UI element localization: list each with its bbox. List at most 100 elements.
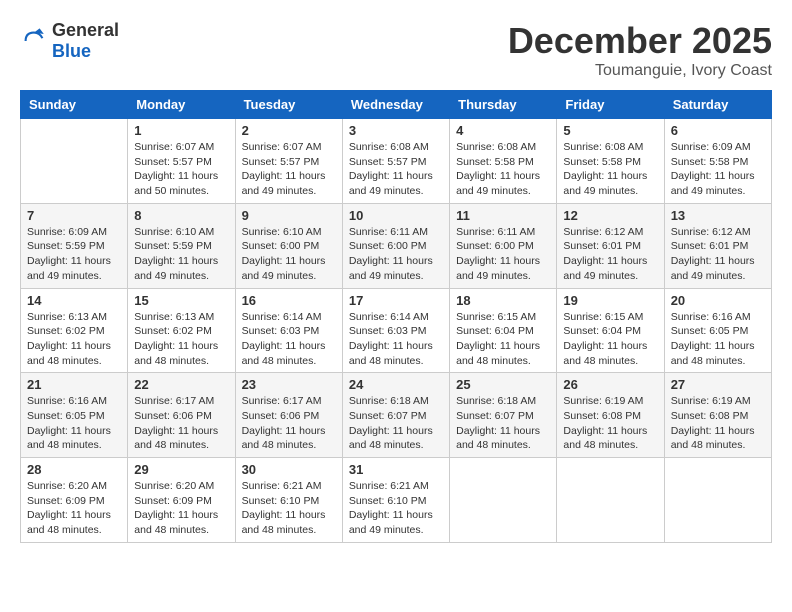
day-number: 12 (563, 208, 657, 223)
calendar-cell: 23 Sunrise: 6:17 AMSunset: 6:06 PMDayligh… (235, 373, 342, 458)
day-info: Sunrise: 6:17 AMSunset: 6:06 PMDaylight:… (134, 394, 228, 453)
calendar-cell: 31 Sunrise: 6:21 AMSunset: 6:10 PMDayligh… (342, 458, 449, 543)
day-number: 30 (242, 462, 336, 477)
day-info: Sunrise: 6:15 AMSunset: 6:04 PMDaylight:… (456, 310, 550, 369)
calendar-cell: 6 Sunrise: 6:09 AMSunset: 5:58 PMDaylight… (664, 119, 771, 204)
calendar-cell: 21 Sunrise: 6:16 AMSunset: 6:05 PMDayligh… (21, 373, 128, 458)
day-number: 10 (349, 208, 443, 223)
day-info: Sunrise: 6:08 AMSunset: 5:58 PMDaylight:… (563, 140, 657, 199)
day-info: Sunrise: 6:09 AMSunset: 5:58 PMDaylight:… (671, 140, 765, 199)
calendar-week-3: 14 Sunrise: 6:13 AMSunset: 6:02 PMDayligh… (21, 288, 772, 373)
day-info: Sunrise: 6:16 AMSunset: 6:05 PMDaylight:… (27, 394, 121, 453)
month-title: December 2025 (508, 20, 772, 62)
logo-icon (20, 27, 48, 55)
calendar-cell: 11 Sunrise: 6:11 AMSunset: 6:00 PMDayligh… (450, 203, 557, 288)
calendar-cell: 14 Sunrise: 6:13 AMSunset: 6:02 PMDayligh… (21, 288, 128, 373)
day-info: Sunrise: 6:07 AMSunset: 5:57 PMDaylight:… (242, 140, 336, 199)
day-number: 27 (671, 377, 765, 392)
calendar-header-saturday: Saturday (664, 91, 771, 119)
calendar-header-thursday: Thursday (450, 91, 557, 119)
day-info: Sunrise: 6:13 AMSunset: 6:02 PMDaylight:… (27, 310, 121, 369)
day-number: 24 (349, 377, 443, 392)
day-number: 13 (671, 208, 765, 223)
calendar-cell: 3 Sunrise: 6:08 AMSunset: 5:57 PMDaylight… (342, 119, 449, 204)
day-number: 26 (563, 377, 657, 392)
day-info: Sunrise: 6:10 AMSunset: 6:00 PMDaylight:… (242, 225, 336, 284)
day-info: Sunrise: 6:21 AMSunset: 6:10 PMDaylight:… (242, 479, 336, 538)
calendar-cell: 5 Sunrise: 6:08 AMSunset: 5:58 PMDaylight… (557, 119, 664, 204)
calendar-cell (21, 119, 128, 204)
day-number: 8 (134, 208, 228, 223)
day-info: Sunrise: 6:12 AMSunset: 6:01 PMDaylight:… (671, 225, 765, 284)
calendar-cell: 20 Sunrise: 6:16 AMSunset: 6:05 PMDayligh… (664, 288, 771, 373)
day-number: 16 (242, 293, 336, 308)
calendar-cell: 13 Sunrise: 6:12 AMSunset: 6:01 PMDayligh… (664, 203, 771, 288)
day-number: 18 (456, 293, 550, 308)
day-info: Sunrise: 6:20 AMSunset: 6:09 PMDaylight:… (134, 479, 228, 538)
day-number: 3 (349, 123, 443, 138)
logo-general: General (52, 20, 119, 40)
day-number: 21 (27, 377, 121, 392)
logo-blue: Blue (52, 41, 91, 61)
day-number: 29 (134, 462, 228, 477)
day-info: Sunrise: 6:17 AMSunset: 6:06 PMDaylight:… (242, 394, 336, 453)
calendar-cell: 9 Sunrise: 6:10 AMSunset: 6:00 PMDaylight… (235, 203, 342, 288)
day-number: 23 (242, 377, 336, 392)
calendar-week-2: 7Sunrise: 6:09 AMSunset: 5:59 PMDaylight… (21, 203, 772, 288)
day-info: Sunrise: 6:16 AMSunset: 6:05 PMDaylight:… (671, 310, 765, 369)
day-number: 2 (242, 123, 336, 138)
calendar-cell: 16 Sunrise: 6:14 AMSunset: 6:03 PMDayligh… (235, 288, 342, 373)
day-info: Sunrise: 6:18 AMSunset: 6:07 PMDaylight:… (456, 394, 550, 453)
calendar-cell: 19Sunrise: 6:15 AMSunset: 6:04 PMDayligh… (557, 288, 664, 373)
day-info: Sunrise: 6:10 AMSunset: 5:59 PMDaylight:… (134, 225, 228, 284)
calendar-cell: 26Sunrise: 6:19 AMSunset: 6:08 PMDayligh… (557, 373, 664, 458)
calendar-cell: 12Sunrise: 6:12 AMSunset: 6:01 PMDayligh… (557, 203, 664, 288)
calendar-cell: 28 Sunrise: 6:20 AMSunset: 6:09 PMDayligh… (21, 458, 128, 543)
day-number: 6 (671, 123, 765, 138)
day-info: Sunrise: 6:14 AMSunset: 6:03 PMDaylight:… (242, 310, 336, 369)
calendar-cell: 24 Sunrise: 6:18 AMSunset: 6:07 PMDayligh… (342, 373, 449, 458)
day-number: 15 (134, 293, 228, 308)
day-number: 28 (27, 462, 121, 477)
day-number: 22 (134, 377, 228, 392)
day-number: 5 (563, 123, 657, 138)
day-number: 11 (456, 208, 550, 223)
day-number: 14 (27, 293, 121, 308)
day-info: Sunrise: 6:14 AMSunset: 6:03 PMDaylight:… (349, 310, 443, 369)
day-info: Sunrise: 6:20 AMSunset: 6:09 PMDaylight:… (27, 479, 121, 538)
calendar-cell: 1 Sunrise: 6:07 AMSunset: 5:57 PMDaylight… (128, 119, 235, 204)
day-info: Sunrise: 6:21 AMSunset: 6:10 PMDaylight:… (349, 479, 443, 538)
day-info: Sunrise: 6:08 AMSunset: 5:57 PMDaylight:… (349, 140, 443, 199)
calendar-cell (557, 458, 664, 543)
day-info: Sunrise: 6:11 AMSunset: 6:00 PMDaylight:… (349, 225, 443, 284)
title-area: December 2025 Toumanguie, Ivory Coast (508, 20, 772, 80)
day-number: 25 (456, 377, 550, 392)
logo: General Blue (20, 20, 119, 62)
day-number: 31 (349, 462, 443, 477)
day-number: 20 (671, 293, 765, 308)
day-info: Sunrise: 6:13 AMSunset: 6:02 PMDaylight:… (134, 310, 228, 369)
calendar-cell: 15 Sunrise: 6:13 AMSunset: 6:02 PMDayligh… (128, 288, 235, 373)
calendar-cell: 27Sunrise: 6:19 AMSunset: 6:08 PMDayligh… (664, 373, 771, 458)
page-header: General Blue December 2025 Toumanguie, I… (20, 20, 772, 80)
day-info: Sunrise: 6:11 AMSunset: 6:00 PMDaylight:… (456, 225, 550, 284)
day-info: Sunrise: 6:09 AMSunset: 5:59 PMDaylight:… (27, 225, 121, 284)
day-info: Sunrise: 6:07 AMSunset: 5:57 PMDaylight:… (134, 140, 228, 199)
calendar-cell: 25 Sunrise: 6:18 AMSunset: 6:07 PMDayligh… (450, 373, 557, 458)
day-number: 4 (456, 123, 550, 138)
calendar-cell (450, 458, 557, 543)
day-info: Sunrise: 6:08 AMSunset: 5:58 PMDaylight:… (456, 140, 550, 199)
calendar-cell: 8 Sunrise: 6:10 AMSunset: 5:59 PMDaylight… (128, 203, 235, 288)
calendar-cell: 29 Sunrise: 6:20 AMSunset: 6:09 PMDayligh… (128, 458, 235, 543)
day-info: Sunrise: 6:18 AMSunset: 6:07 PMDaylight:… (349, 394, 443, 453)
calendar-cell: 7Sunrise: 6:09 AMSunset: 5:59 PMDaylight… (21, 203, 128, 288)
calendar-header-monday: Monday (128, 91, 235, 119)
calendar-cell: 10 Sunrise: 6:11 AMSunset: 6:00 PMDayligh… (342, 203, 449, 288)
calendar-table: SundayMondayTuesdayWednesdayThursdayFrid… (20, 90, 772, 543)
calendar-header-friday: Friday (557, 91, 664, 119)
day-number: 9 (242, 208, 336, 223)
calendar-cell: 17Sunrise: 6:14 AMSunset: 6:03 PMDayligh… (342, 288, 449, 373)
day-number: 1 (134, 123, 228, 138)
calendar-cell (664, 458, 771, 543)
day-info: Sunrise: 6:15 AMSunset: 6:04 PMDaylight:… (563, 310, 657, 369)
